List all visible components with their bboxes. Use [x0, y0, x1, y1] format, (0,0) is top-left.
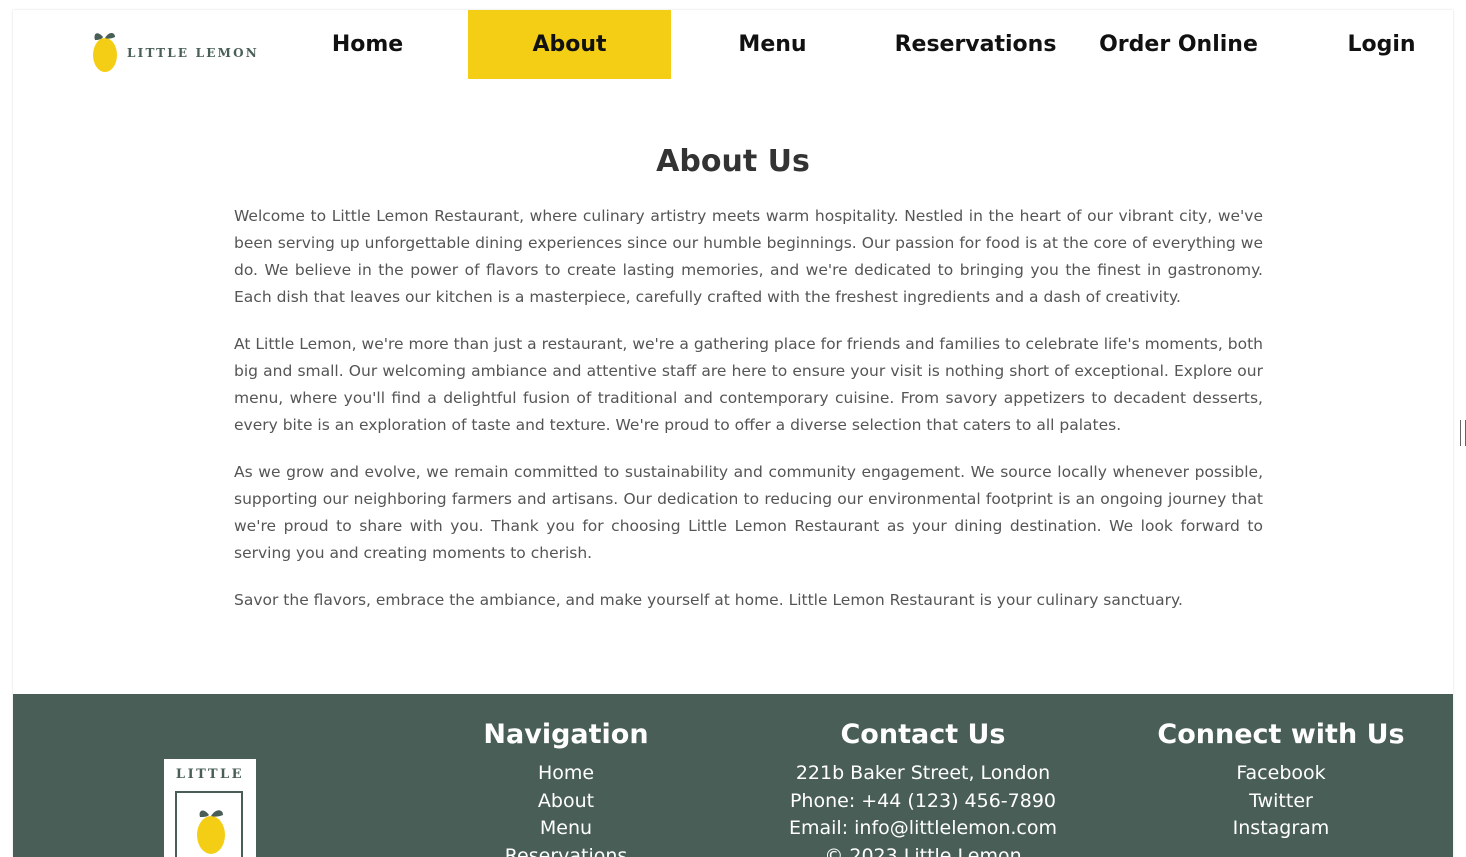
about-text: Welcome to Little Lemon Restaurant, wher… — [234, 203, 1263, 634]
social-link-facebook[interactable]: Facebook — [1128, 760, 1434, 788]
copyright: © 2023 Little Lemon — [824, 844, 1022, 857]
footer-logo[interactable]: LITTLE — [164, 759, 256, 857]
footer-navigation-title: Navigation — [483, 719, 649, 750]
contact-phone: Phone: +44 (123) 456-7890 — [789, 789, 1057, 812]
top-navigation: LITTLE LEMON Home About Menu Reservation… — [13, 10, 1453, 79]
about-paragraph: Savor the flavors, embrace the ambiance,… — [234, 591, 1183, 609]
footer-contact: Contact Us 221b Baker Street, London Pho… — [770, 716, 1076, 857]
nav-home[interactable]: Home — [266, 10, 469, 79]
site-logo[interactable]: LITTLE LEMON — [91, 30, 259, 76]
footer-navigation: Navigation Home About Menu Reservations — [413, 716, 719, 857]
footer-link-menu[interactable]: Menu — [413, 815, 719, 843]
about-paragraph: Welcome to Little Lemon Restaurant, wher… — [234, 207, 1263, 306]
nav-menu[interactable]: Menu — [671, 10, 874, 79]
footer-logo-text: LITTLE — [175, 767, 245, 782]
nav-order-online[interactable]: Order Online — [1077, 10, 1280, 79]
footer-link-home[interactable]: Home — [413, 760, 719, 788]
nav-login[interactable]: Login — [1280, 10, 1453, 79]
about-paragraph: As we grow and evolve, we remain committ… — [234, 463, 1263, 562]
page-title: About Us — [656, 144, 810, 179]
lemon-logo-icon — [195, 803, 227, 857]
footer-link-reservations[interactable]: Reservations — [413, 843, 719, 857]
lemon-logo-icon — [91, 28, 119, 78]
site-footer: LITTLE Navigation Home About Menu Reserv… — [13, 694, 1453, 857]
contact-address: 221b Baker Street, London — [795, 762, 1051, 784]
footer-link-about[interactable]: About — [413, 788, 719, 816]
footer-contact-title: Contact Us — [840, 719, 1006, 750]
footer-connect-title: Connect with Us — [1157, 719, 1405, 750]
social-link-instagram[interactable]: Instagram — [1128, 815, 1434, 843]
page-frame: LITTLE LEMON Home About Menu Reservation… — [13, 10, 1453, 857]
social-link-twitter[interactable]: Twitter — [1128, 788, 1434, 816]
about-paragraph: At Little Lemon, we're more than just a … — [234, 335, 1263, 434]
footer-connect: Connect with Us Facebook Twitter Instagr… — [1128, 716, 1434, 843]
scrollbar-handle[interactable] — [1460, 420, 1466, 446]
contact-email: Email: info@littlelemon.com — [789, 817, 1057, 839]
nav-reservations[interactable]: Reservations — [874, 10, 1077, 79]
logo-text: LITTLE LEMON — [127, 46, 259, 60]
nav-about[interactable]: About — [468, 10, 671, 79]
